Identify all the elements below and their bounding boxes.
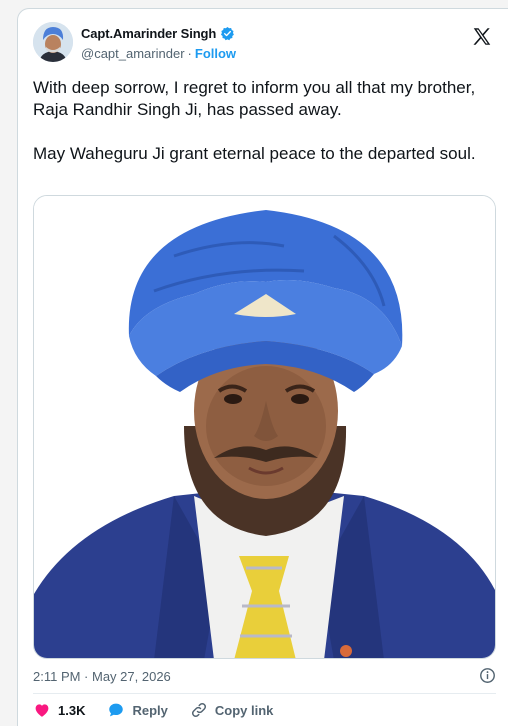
tweet-header: Capt.Amarinder Singh @capt_amarinder · F… bbox=[33, 22, 493, 66]
info-icon[interactable] bbox=[479, 667, 496, 684]
reply-bubble-icon bbox=[109, 703, 124, 717]
timestamp[interactable]: 2:11 PM · May 27, 2026 bbox=[33, 669, 171, 684]
copy-link-label: Copy link bbox=[214, 702, 274, 718]
separator-dot: · bbox=[187, 46, 192, 61]
name-line: Capt.Amarinder Singh bbox=[81, 26, 235, 41]
handle[interactable]: @capt_amarinder bbox=[81, 46, 185, 61]
tweet-paragraph: With deep sorrow, I regret to inform you… bbox=[33, 78, 476, 119]
display-name[interactable]: Capt.Amarinder Singh bbox=[81, 26, 216, 41]
follow-button[interactable]: Follow bbox=[195, 46, 236, 61]
divider bbox=[33, 693, 496, 694]
link-icon bbox=[191, 702, 206, 718]
tweet-text: With deep sorrow, I regret to inform you… bbox=[33, 77, 493, 187]
tweet-paragraph: May Waheguru Ji grant eternal peace to t… bbox=[33, 144, 476, 163]
tweet-embed-card: Capt.Amarinder Singh @capt_amarinder · F… bbox=[17, 8, 508, 726]
copy-link-button[interactable]: Copy link bbox=[190, 701, 274, 719]
reply-label: Reply bbox=[132, 702, 168, 718]
handle-line: @capt_amarinder · Follow bbox=[81, 46, 236, 61]
tweet-meta: 2:11 PM · May 27, 2026 bbox=[33, 667, 496, 684]
tweet-photo[interactable] bbox=[33, 195, 496, 659]
reply-button[interactable]: Reply bbox=[107, 701, 168, 719]
heart-icon bbox=[35, 704, 49, 717]
like-count: 1.3K bbox=[58, 702, 86, 718]
avatar[interactable] bbox=[33, 22, 73, 62]
portrait-image bbox=[34, 196, 495, 658]
tweet-actions: 1.3K Reply Copy link bbox=[33, 701, 273, 719]
like-button[interactable]: 1.3K bbox=[33, 701, 85, 719]
x-logo-icon[interactable] bbox=[471, 26, 493, 48]
verified-badge-icon bbox=[221, 26, 235, 41]
